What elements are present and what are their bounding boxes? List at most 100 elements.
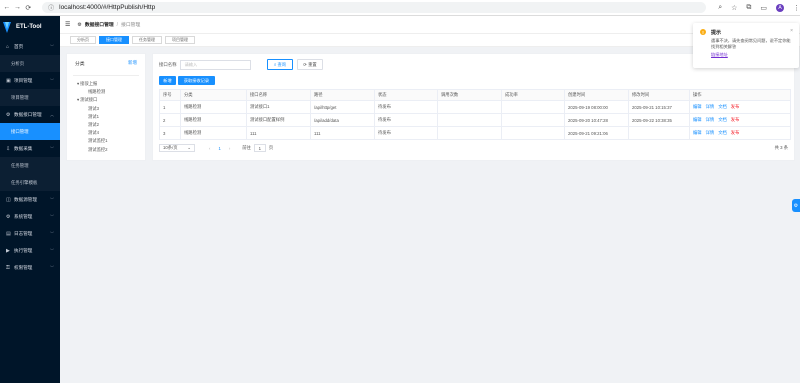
search-button[interactable]: ⌕ 查询: [267, 59, 293, 70]
row-action-link[interactable]: 编辑: [693, 130, 702, 136]
table-cell: 线路检测: [180, 113, 247, 127]
tree-node-label: 接驳上报: [80, 81, 98, 87]
row-action-link[interactable]: 编辑: [693, 117, 702, 123]
goto-page-input[interactable]: 1: [253, 144, 266, 152]
table-cell: 111: [246, 126, 311, 140]
reset-button[interactable]: ⟳ 重置: [297, 59, 323, 70]
tree-node[interactable]: ▾ 测试接口: [67, 96, 145, 104]
reload-icon[interactable]: ⟳: [24, 4, 32, 12]
table-cell: 待发布: [374, 100, 438, 114]
goto-label: 前往: [242, 145, 251, 150]
tree-node[interactable]: 测试1: [67, 113, 145, 121]
column-header: 分类: [180, 89, 247, 101]
category-new-button[interactable]: 新增: [128, 60, 137, 67]
fetch-records-button[interactable]: 获取接收记录: [178, 76, 215, 85]
tree-node[interactable]: 测试4: [67, 129, 145, 137]
actions-cell: 编辑 详情 文档 发布: [689, 113, 791, 127]
row-action-link[interactable]: 详情: [706, 130, 715, 136]
close-icon[interactable]: ×: [790, 28, 793, 34]
page-number-current[interactable]: 1: [218, 146, 220, 151]
tree-node[interactable]: 测试监控1: [67, 137, 145, 145]
row-action-link[interactable]: 编辑: [693, 104, 702, 110]
row-action-link[interactable]: 详情: [706, 104, 715, 110]
table-cell: 2: [159, 113, 181, 127]
bookmark-star-icon[interactable]: ☆: [731, 4, 737, 12]
row-action-link[interactable]: 详情: [706, 117, 715, 123]
page-size-select[interactable]: 10条/页 ⌄: [159, 144, 195, 152]
next-page-button[interactable]: ›: [229, 146, 230, 151]
tab-item[interactable]: 任务管理: [132, 36, 162, 44]
table-row: 3 线路检测 111 111 待发布 2025-09-21 09:21:06 编辑 详情 文档发…: [159, 126, 791, 140]
prev-page-button[interactable]: ‹: [209, 146, 210, 151]
tab-item[interactable]: 项目管理: [165, 36, 195, 44]
sidebar-group-collect[interactable]: ⇩ 数据采集 ﹀: [0, 140, 60, 157]
row-action-link[interactable]: 文档: [718, 130, 727, 136]
sidebar-item[interactable]: 分析页: [0, 55, 60, 72]
zoom-icon[interactable]: ⌕: [718, 4, 722, 12]
sidebar-group-label: 数据接口管理: [14, 111, 42, 117]
sidebar-group-datasource[interactable]: ◫ 数据源管理 ﹀: [0, 191, 60, 208]
address-bar[interactable]: ⓘ localhost:4000/#/HttpPublish/Http: [42, 2, 707, 13]
table-cell: /api/http/get: [310, 100, 375, 114]
api-icon: ⚙: [6, 111, 11, 118]
row-action-link[interactable]: 文档: [718, 104, 727, 110]
table-cell: 1: [159, 100, 181, 114]
tree-node-label: 测试接口: [80, 97, 98, 103]
table-cell: [437, 100, 502, 114]
sidebar-group-permission[interactable]: ⚿ 权限管理 ﹀: [0, 259, 60, 276]
app-logo[interactable]: ETL-Tool: [0, 16, 60, 38]
sidebar-group-home[interactable]: ⌂ 首页 ﹀: [0, 38, 60, 55]
menu-toggle-icon[interactable]: ☰: [65, 21, 70, 28]
notification-link[interactable]: 链接地址: [711, 52, 728, 58]
sidebar-group-project[interactable]: ▣ 项目管理 ﹀: [0, 72, 60, 89]
tree-node-label: 测试监控2: [88, 146, 108, 152]
sidebar-item[interactable]: 项目管理: [0, 89, 60, 106]
sidebar-group-api[interactable]: ⚙ 数据接口管理 ︿: [0, 106, 60, 123]
site-info-icon[interactable]: ⓘ: [48, 3, 54, 12]
sidebar-group-exec[interactable]: ▶ 执行管理 ﹀: [0, 242, 60, 259]
extensions-icon[interactable]: ⧉: [746, 4, 751, 12]
actions-cell: 编辑 详情 文档 发布: [689, 100, 791, 114]
row-action-link[interactable]: 发布: [731, 104, 740, 110]
caret-down-icon[interactable]: ▾: [77, 81, 79, 87]
sidebar-item[interactable]: 接口管理: [0, 123, 60, 140]
url-text: localhost:4000/#/HttpPublish/Http: [59, 4, 156, 11]
forward-icon[interactable]: →: [14, 4, 22, 11]
sidebar-item[interactable]: 任务引擎模板: [0, 174, 60, 191]
profile-avatar[interactable]: A: [776, 3, 785, 12]
tree-node[interactable]: ▾ 接驳上报: [67, 80, 145, 88]
row-action-link[interactable]: 发布: [731, 117, 740, 123]
notification-title: 提示: [711, 30, 722, 36]
sidebar-group-log[interactable]: ▤ 日志管理 ﹀: [0, 225, 60, 242]
caret-down-icon[interactable]: ▾: [77, 97, 79, 103]
browser-menu-icon[interactable]: ⋮: [793, 4, 800, 12]
sidepanel-icon[interactable]: ▭: [760, 4, 767, 12]
reset-button-label: 重置: [308, 61, 317, 67]
chevron-down-icon: ⌄: [187, 145, 191, 150]
sidebar-item[interactable]: 任务管理: [0, 157, 60, 174]
breadcrumb-parent[interactable]: 数据接口管理: [85, 21, 114, 28]
tree-node[interactable]: 测试2: [67, 121, 145, 129]
settings-float-button[interactable]: ⚙: [792, 199, 800, 212]
tree-node-label: 线路检测: [88, 89, 106, 95]
tree-node[interactable]: 测试监控2: [67, 146, 145, 154]
row-action-link[interactable]: 发布: [731, 130, 740, 136]
sidebar-group-system[interactable]: ⚙ 系统管理 ﹀: [0, 208, 60, 225]
tab-item[interactable]: 分析页: [70, 36, 96, 44]
sidebar-group-label: 系统管理: [14, 213, 33, 219]
row-action-link[interactable]: 文档: [718, 117, 727, 123]
interface-name-input[interactable]: 请输入: [179, 60, 251, 70]
interface-list-panel: 接口名称 请输入 ⌕ 查询 ⟳ 重置 新增 获取接收记录 序号 分类 接口名称 路径状…: [152, 53, 795, 161]
tree-node[interactable]: 线路检测: [67, 88, 145, 96]
home-icon: ⌂: [6, 43, 10, 50]
add-button[interactable]: 新增: [159, 76, 176, 85]
chevron-down-icon: ﹀: [50, 145, 54, 151]
project-icon: ▣: [6, 77, 11, 84]
tab-item[interactable]: 接口管理: [99, 36, 129, 44]
table-cell: 3: [159, 126, 181, 140]
table-cell: [437, 113, 502, 127]
table-cell: /api/add/data: [310, 113, 375, 127]
table-cell: 2025-09-22 10:38:35: [628, 113, 690, 127]
back-icon[interactable]: ←: [3, 4, 11, 11]
tree-node[interactable]: 测试3: [67, 105, 145, 113]
